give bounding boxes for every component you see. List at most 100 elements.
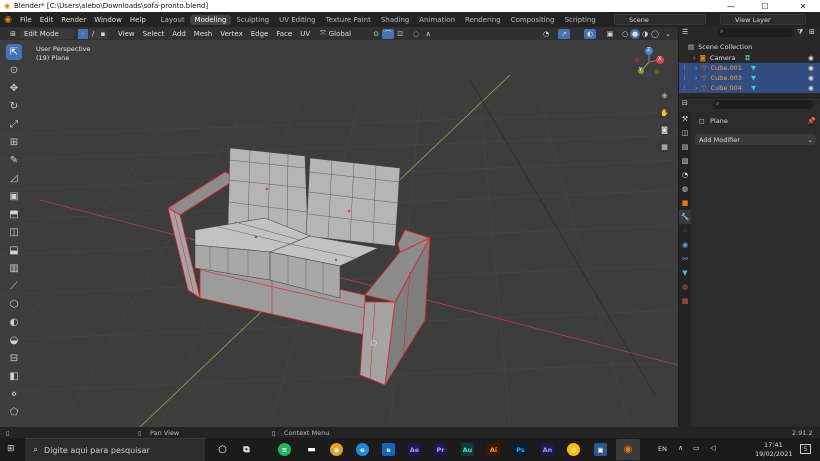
- bevel-icon[interactable]: ⬓: [6, 242, 22, 258]
- view-layer-selector[interactable]: View Layer: [720, 14, 806, 25]
- data-tab-icon[interactable]: ▼: [679, 266, 691, 280]
- header-menu-mesh[interactable]: Mesh: [190, 30, 216, 38]
- 3d-viewport[interactable]: Z X Y User Perspective (19) Plane ⊕ ✋ ◙ …: [0, 40, 678, 427]
- tool-tab-icon[interactable]: ⚒: [679, 112, 691, 126]
- header-menu-uv[interactable]: UV: [296, 30, 314, 38]
- windows-start-icon[interactable]: ⊞: [7, 444, 15, 454]
- menu-edit[interactable]: Edit: [36, 16, 58, 24]
- outliner-item-cube-001[interactable]: ⋮ › ▽ Cube.001 ▼ ◉: [679, 63, 820, 73]
- material-tab-icon[interactable]: ◍: [679, 280, 691, 294]
- editor-type-icon[interactable]: ⊞: [6, 29, 20, 39]
- mode-selector[interactable]: Edit Mode: [20, 28, 74, 39]
- header-menu-face[interactable]: Face: [272, 30, 296, 38]
- loop-cut-icon[interactable]: ▥: [6, 260, 22, 276]
- view-object-types-icon[interactable]: ◔: [540, 29, 552, 39]
- filter-icon[interactable]: ⧩: [797, 28, 803, 37]
- overlay-toggle-icon[interactable]: ◐: [584, 28, 596, 39]
- spotify-icon[interactable]: ≋: [278, 443, 291, 456]
- shading-options-icon[interactable]: ⌄: [663, 29, 673, 39]
- menu-render[interactable]: Render: [57, 16, 90, 24]
- select-box-icon[interactable]: ⇱: [6, 44, 22, 60]
- constraints-tab-icon[interactable]: ⚯: [679, 252, 691, 266]
- visibility-eye-icon[interactable]: ◉: [808, 54, 814, 62]
- falloff-icon[interactable]: ∧: [422, 29, 434, 39]
- premiere-icon[interactable]: Pr: [434, 443, 447, 456]
- outliner-search-icon[interactable]: ⌕: [717, 28, 793, 37]
- tab-layout[interactable]: Layout: [156, 15, 190, 25]
- render-tab-icon[interactable]: ◫: [679, 126, 691, 140]
- move-icon[interactable]: ✥: [6, 80, 22, 96]
- illustrator-icon[interactable]: Ai: [487, 443, 500, 456]
- zoom-icon[interactable]: ⊕: [658, 89, 671, 102]
- add-modifier-button[interactable]: Add Modifier ⌄: [695, 134, 816, 145]
- internet-explorer-icon[interactable]: e: [382, 443, 395, 456]
- output-tab-icon[interactable]: ▤: [679, 140, 691, 154]
- language-indicator[interactable]: EN: [658, 445, 667, 453]
- header-menu-add[interactable]: Add: [168, 30, 190, 38]
- proportional-edit-icon[interactable]: ◌: [410, 29, 422, 39]
- rotate-icon[interactable]: ↻: [6, 98, 22, 114]
- xray-icon[interactable]: ▣: [604, 29, 616, 39]
- menu-window[interactable]: Window: [90, 16, 126, 24]
- cursor-icon[interactable]: ⊙: [6, 62, 22, 78]
- expand-arrow-icon[interactable]: ›: [695, 64, 698, 72]
- spin-icon[interactable]: ◐: [6, 314, 22, 330]
- tab-scripting[interactable]: Scripting: [560, 15, 601, 25]
- shading-solid-icon[interactable]: ●: [630, 28, 640, 39]
- animate-icon[interactable]: An: [541, 443, 554, 456]
- pin-icon[interactable]: 📌: [807, 117, 816, 125]
- blender-menu-icon[interactable]: ◉: [0, 15, 16, 25]
- camera-view-icon[interactable]: ◙: [658, 123, 671, 136]
- knife-icon[interactable]: ⟋: [6, 278, 22, 294]
- outliner-item-cube-004[interactable]: ⋮ › ▽ Cube.004 ▼ ◉: [679, 83, 820, 93]
- minimize-button[interactable]: —: [718, 0, 744, 12]
- chrome-icon[interactable]: ◎: [567, 443, 580, 456]
- texture-tab-icon[interactable]: ▦: [679, 294, 691, 308]
- snap-icon[interactable]: ⌒: [382, 28, 395, 39]
- snap-target-icon[interactable]: ⊡: [394, 29, 406, 39]
- outliner-editor-icon[interactable]: ☰: [682, 28, 688, 36]
- transform-icon[interactable]: ⊞: [6, 134, 22, 150]
- pan-hand-icon[interactable]: ✋: [658, 106, 671, 119]
- edge-icon[interactable]: e: [356, 443, 369, 456]
- scale-icon[interactable]: ⤢: [6, 116, 22, 132]
- menu-file[interactable]: File: [16, 16, 36, 24]
- expand-arrow-icon[interactable]: ›: [695, 84, 698, 92]
- physics-tab-icon[interactable]: ◉: [679, 238, 691, 252]
- scene-selector[interactable]: Scene: [614, 14, 706, 25]
- tab-shading[interactable]: Shading: [376, 15, 414, 25]
- orientation-selector[interactable]: ⤧ Global: [320, 29, 364, 39]
- scene-tab-icon[interactable]: ◔: [679, 168, 691, 182]
- new-collection-icon[interactable]: ⊞: [809, 28, 815, 36]
- annotate-icon[interactable]: ✎: [6, 152, 22, 168]
- maximize-button[interactable]: ☐: [752, 0, 778, 12]
- clock-date[interactable]: 19/02/2021: [755, 450, 792, 458]
- edge-select-icon[interactable]: /: [88, 28, 98, 39]
- taskbar-search[interactable]: ⌕ Digite aqui para pesquisar: [25, 438, 205, 461]
- face-select-icon[interactable]: ▪: [98, 28, 108, 39]
- header-menu-view[interactable]: View: [114, 30, 139, 38]
- tab-texture-paint[interactable]: Texture Paint: [321, 15, 376, 25]
- tray-chevron-icon[interactable]: ∧: [678, 444, 683, 452]
- properties-editor-icon[interactable]: ⊟: [682, 99, 688, 107]
- audition-icon[interactable]: Au: [461, 443, 474, 456]
- particles-tab-icon[interactable]: ⁘: [679, 224, 691, 238]
- network-icon[interactable]: ▭: [693, 444, 700, 452]
- outliner-collection-row[interactable]: ▤ Scene Collection: [679, 42, 820, 52]
- expand-arrow-icon[interactable]: ›: [693, 54, 696, 62]
- shading-material-icon[interactable]: ◑: [640, 29, 650, 39]
- gizmo-toggle-icon[interactable]: ↗: [558, 28, 570, 39]
- world-tab-icon[interactable]: ◍: [679, 182, 691, 196]
- photoshop-icon[interactable]: Ps: [514, 443, 527, 456]
- tab-sculpting[interactable]: Sculpting: [231, 15, 274, 25]
- add-cube-icon[interactable]: ▣: [6, 188, 22, 204]
- view-layer-tab-icon[interactable]: ▧: [679, 154, 691, 168]
- after-effects-icon[interactable]: Ae: [408, 443, 421, 456]
- store-icon[interactable]: ▣: [594, 443, 607, 456]
- object-tab-icon[interactable]: ■: [679, 196, 691, 210]
- poly-build-icon[interactable]: ⬡: [6, 296, 22, 312]
- clock-time[interactable]: 17:41: [764, 441, 783, 449]
- blender-taskbar-icon[interactable]: ◉: [616, 439, 640, 460]
- tab-compositing[interactable]: Compositing: [506, 15, 560, 25]
- header-menu-vertex[interactable]: Vertex: [216, 30, 247, 38]
